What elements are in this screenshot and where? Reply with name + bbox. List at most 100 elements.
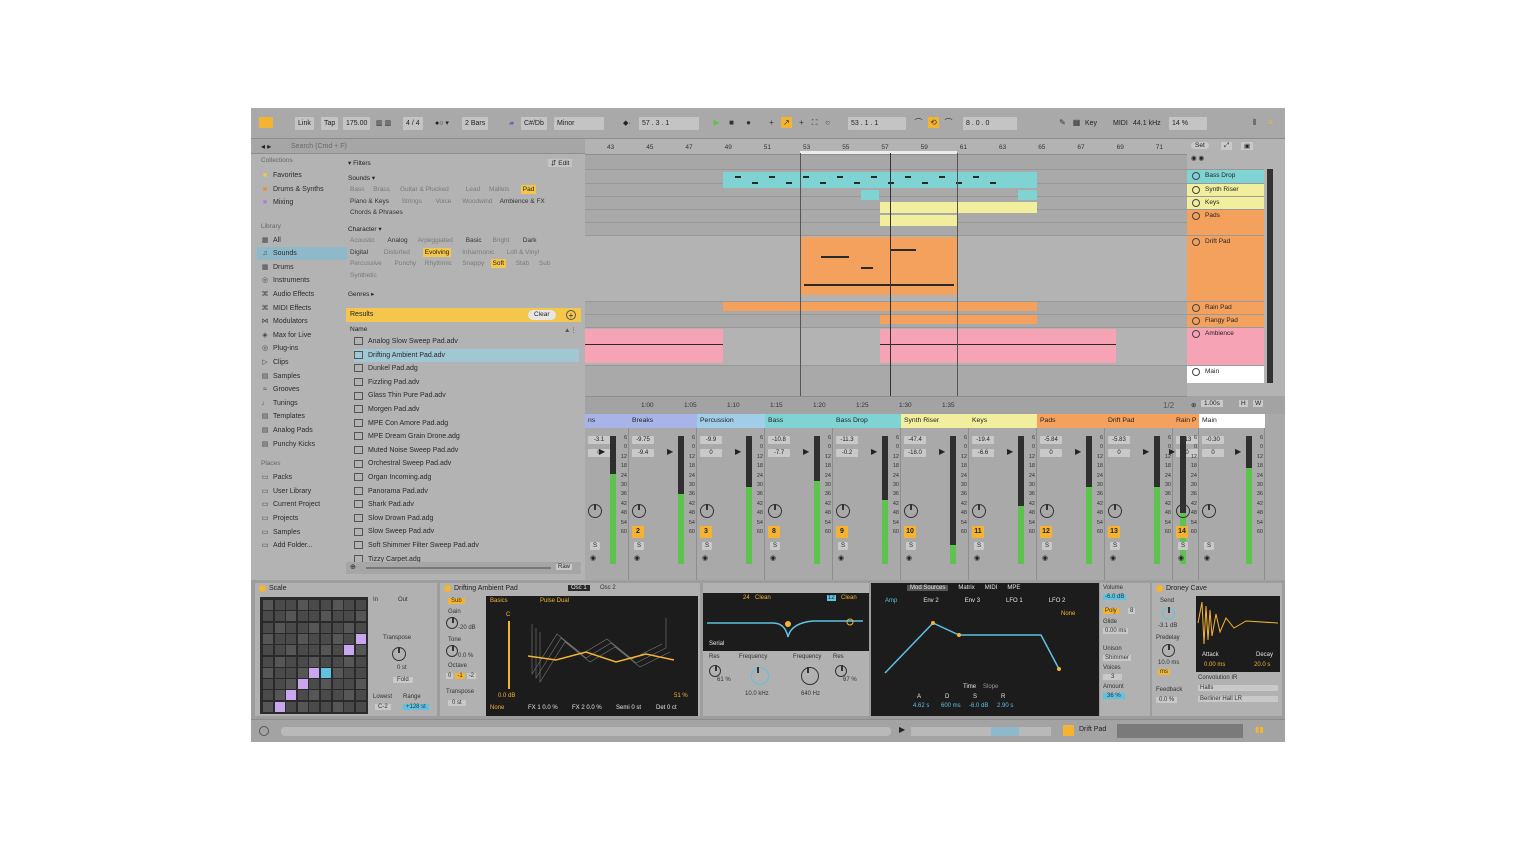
- filter1-type[interactable]: Clean: [755, 595, 771, 601]
- send-knob[interactable]: [1040, 504, 1054, 518]
- result-item[interactable]: Organ Incoming.adg: [354, 471, 579, 485]
- live-logo-icon[interactable]: [259, 117, 273, 128]
- filter2-type[interactable]: Clean: [841, 595, 857, 601]
- scale-cell[interactable]: [321, 701, 331, 712]
- sub-tab[interactable]: Sub: [448, 598, 465, 604]
- strip-header[interactable]: Percussion: [697, 414, 765, 428]
- back-icon[interactable]: ◂ ▸: [261, 142, 271, 151]
- adsr-value[interactable]: 4.62 s: [913, 703, 929, 709]
- filter-tag[interactable]: Ambience & FX: [498, 197, 547, 206]
- volume-value[interactable]: -6.0 dB: [1103, 594, 1127, 600]
- library-item[interactable]: ⌘ Audio Effects: [261, 288, 343, 301]
- places-item[interactable]: ▭ Packs: [261, 471, 343, 484]
- volume-value[interactable]: -0.30: [1202, 436, 1224, 444]
- serial-select[interactable]: Serial: [709, 641, 724, 647]
- scale-cell[interactable]: [297, 645, 308, 656]
- volume-value[interactable]: -5.84: [1040, 436, 1062, 444]
- arm-icons[interactable]: ◉ ◉: [1191, 154, 1204, 162]
- track-number[interactable]: 13: [1108, 526, 1120, 538]
- filter-tag[interactable]: Analog: [385, 236, 409, 245]
- adsr-value[interactable]: -6.0 dB: [969, 703, 988, 709]
- punch-in-icon[interactable]: ⌒: [913, 117, 924, 128]
- library-item[interactable]: ▤ Templates: [261, 410, 343, 423]
- name-column-header[interactable]: Name: [350, 326, 367, 333]
- poly-button[interactable]: Poly: [1103, 608, 1119, 614]
- scale-cell[interactable]: [321, 633, 331, 644]
- scale-cell[interactable]: [332, 611, 343, 622]
- bar-ruler[interactable]: 43 45 47 49 51 53 55 57 59 61 63 65 67 69 71: [585, 139, 1187, 155]
- track-fold-icon[interactable]: [1192, 317, 1200, 325]
- scale-cell[interactable]: [286, 622, 297, 633]
- scale-cell[interactable]: [344, 667, 355, 678]
- filter-tag[interactable]: Dark: [521, 236, 539, 245]
- scale-cell[interactable]: [344, 701, 355, 712]
- filter-tag[interactable]: Mallets: [487, 185, 512, 194]
- scale-cell[interactable]: [332, 633, 343, 644]
- scale-cell[interactable]: [321, 656, 331, 667]
- filter-tag[interactable]: Brass: [371, 185, 392, 194]
- scale-cell[interactable]: [344, 679, 355, 690]
- scale-cell[interactable]: [286, 656, 297, 667]
- monitor-icon[interactable]: ◉: [1042, 554, 1048, 562]
- filter-tag[interactable]: Sub: [537, 259, 553, 268]
- solo-button[interactable]: S: [838, 542, 848, 550]
- filter-tag[interactable]: Chords & Phrases: [348, 208, 405, 217]
- scale-cell[interactable]: [332, 701, 343, 712]
- synth-transpose-value[interactable]: 0 st: [448, 700, 466, 706]
- scale-cell[interactable]: [263, 690, 273, 701]
- adsr-value[interactable]: 600 ms: [941, 703, 961, 709]
- filter-tag[interactable]: Guitar & Plucked: [398, 185, 451, 194]
- search-bar[interactable]: ◂ ▸ Search (Cmd + F): [251, 139, 585, 154]
- scale-cell[interactable]: [274, 645, 285, 656]
- mod-subtab[interactable]: Env 3: [965, 598, 980, 604]
- mod-tab[interactable]: MIDI: [985, 585, 998, 591]
- device-overview[interactable]: [1117, 724, 1243, 738]
- feedback-value[interactable]: 0.0 %: [1156, 697, 1178, 703]
- scale-cell[interactable]: [263, 633, 273, 644]
- scale-cell[interactable]: [263, 701, 273, 712]
- track-fold-icon[interactable]: [1192, 199, 1200, 207]
- amount-value[interactable]: 36 %: [1103, 693, 1125, 699]
- scale-icon[interactable]: ▰: [509, 117, 514, 130]
- scale-cell[interactable]: [321, 600, 331, 610]
- scale-cell[interactable]: [332, 679, 343, 690]
- send-knob[interactable]: [1202, 504, 1216, 518]
- library-item[interactable]: ▤ Analog Pads: [261, 424, 343, 437]
- scale-cell[interactable]: [332, 667, 343, 678]
- tap-button[interactable]: Tap: [321, 117, 339, 130]
- scale-cell[interactable]: [274, 600, 285, 610]
- volume-value[interactable]: -3.1: [588, 436, 610, 444]
- scale-cell[interactable]: [355, 622, 366, 633]
- quantization-select[interactable]: 2 Bars: [462, 117, 489, 130]
- track-number[interactable]: 9: [836, 526, 848, 538]
- strip-header[interactable]: ns: [585, 414, 629, 428]
- zoom-field[interactable]: 1.00s: [1201, 400, 1223, 407]
- monitor-icon[interactable]: ◉: [1204, 554, 1210, 562]
- result-item[interactable]: Dunkel Pad.adg: [354, 362, 579, 376]
- fader-arrow-icon[interactable]: ▶: [1143, 447, 1149, 456]
- scale-cell[interactable]: [309, 690, 320, 701]
- track-fold-icon[interactable]: [1192, 368, 1200, 376]
- record-icon[interactable]: ●: [743, 117, 754, 128]
- clip[interactable]: [585, 329, 723, 363]
- fx1-value[interactable]: FX 1 0.0 %: [528, 705, 558, 711]
- frequency2-value[interactable]: 640 Hz: [801, 691, 820, 697]
- semi-value[interactable]: Semi 0 st: [616, 705, 641, 711]
- library-item[interactable]: ◈ Max for Live: [261, 329, 343, 342]
- scale-cell[interactable]: [297, 600, 308, 610]
- track-lane[interactable]: [585, 365, 1187, 396]
- solo-button[interactable]: S: [906, 542, 916, 550]
- monitor-icon[interactable]: ◉: [974, 554, 980, 562]
- track-fold-icon[interactable]: [1192, 186, 1200, 194]
- w-button[interactable]: W: [1253, 400, 1264, 407]
- lock-icon[interactable]: ▣: [1241, 142, 1254, 150]
- filter-tag[interactable]: Synthetic: [348, 271, 379, 280]
- ir-category-select[interactable]: Halls: [1198, 685, 1278, 691]
- scale-cell[interactable]: [263, 600, 273, 610]
- scale-cell[interactable]: [344, 656, 355, 667]
- fx2-value[interactable]: FX 2 0.0 %: [572, 705, 602, 711]
- mod-tab[interactable]: MPE: [1007, 585, 1020, 591]
- track-header[interactable]: Keys: [1187, 196, 1264, 209]
- send-knob[interactable]: [904, 504, 918, 518]
- sounds-header[interactable]: Sounds ▾: [348, 174, 375, 182]
